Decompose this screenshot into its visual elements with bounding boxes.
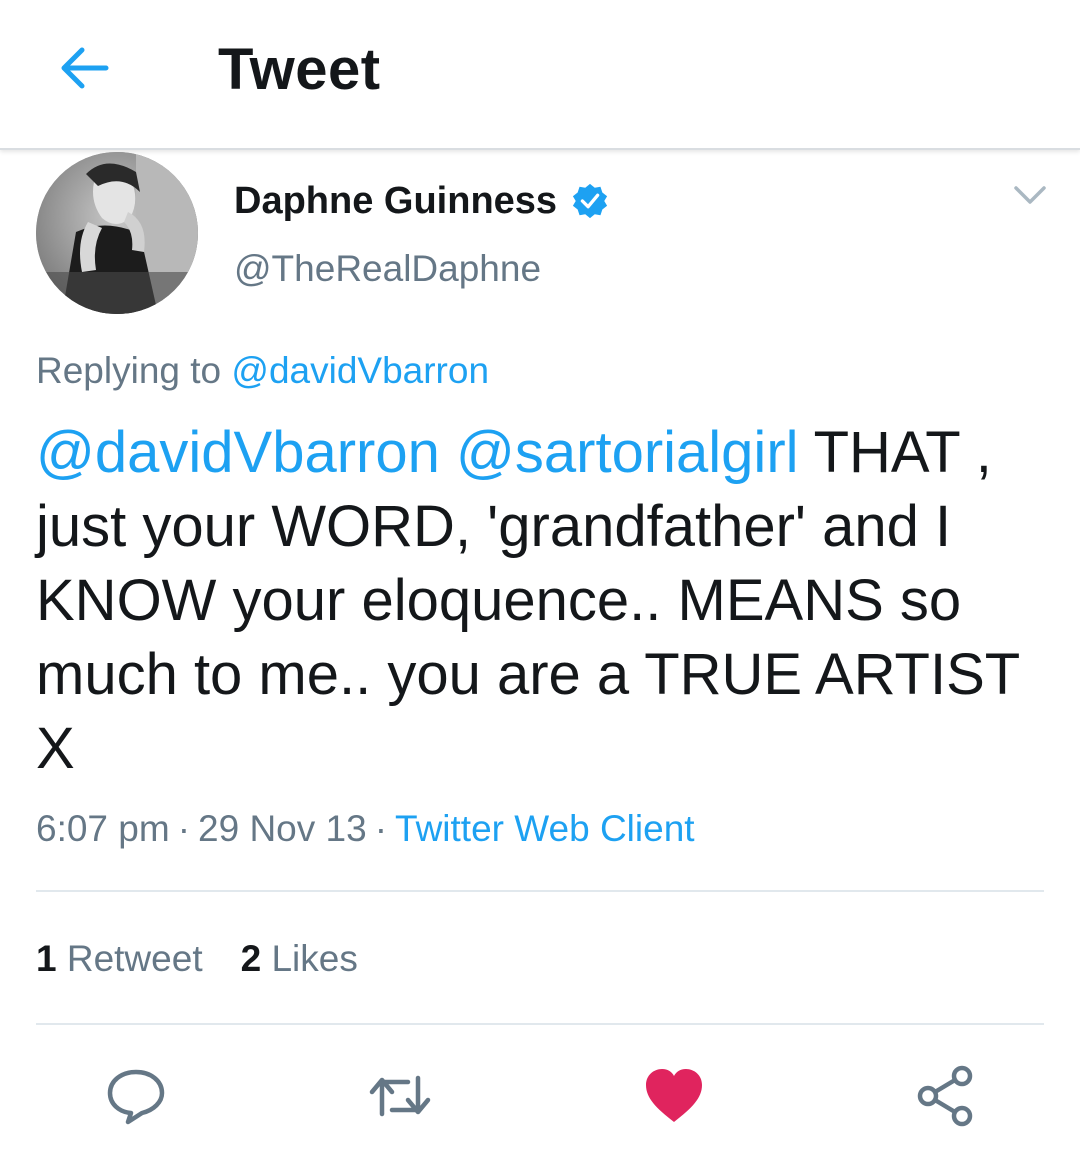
tweet-text: @davidVbarron @sartorialgirl THAT , just…	[36, 416, 1046, 786]
replying-to-handle[interactable]: @davidVbarron	[231, 350, 489, 391]
top-bar: Tweet	[0, 0, 1080, 150]
separator: ·	[374, 808, 388, 849]
page-title: Tweet	[218, 37, 381, 102]
author-handle[interactable]: @TheRealDaphne	[234, 248, 541, 290]
chevron-down-icon[interactable]	[1010, 178, 1050, 214]
separator: ·	[177, 808, 191, 849]
divider	[36, 1023, 1044, 1025]
avatar[interactable]	[36, 152, 198, 314]
author-row: Daphne Guinness	[234, 176, 609, 226]
arrow-left-icon[interactable]	[56, 40, 112, 96]
mention-link[interactable]: @davidVbarron	[36, 420, 440, 485]
share-icon[interactable]	[914, 1064, 978, 1128]
engagement-stats: 1 Retweet 2 Likes	[36, 938, 396, 980]
replying-to: Replying to @davidVbarron	[36, 350, 489, 392]
tweet-meta: 6:07 pm · 29 Nov 13 · Twitter Web Client	[36, 808, 695, 850]
retweets-label: Retweet	[66, 938, 203, 979]
tweet-time: 6:07 pm	[36, 808, 170, 849]
like-icon[interactable]	[642, 1064, 706, 1128]
retweet-icon[interactable]	[368, 1064, 432, 1128]
tweet-source-link[interactable]: Twitter Web Client	[395, 808, 695, 849]
mention-link[interactable]: @sartorialgirl	[456, 420, 799, 485]
likes-stat[interactable]: 2 Likes	[241, 938, 358, 980]
likes-label: Likes	[271, 938, 358, 979]
likes-count: 2	[240, 938, 262, 979]
retweets-count: 1	[36, 938, 57, 979]
replying-to-label: Replying to	[36, 350, 222, 391]
tweet-date: 29 Nov 13	[198, 808, 367, 849]
author-name[interactable]: Daphne Guinness	[234, 180, 557, 223]
verified-badge-icon	[572, 183, 608, 219]
retweets-stat[interactable]: 1 Retweet	[36, 938, 203, 980]
divider	[36, 890, 1044, 892]
reply-icon[interactable]	[104, 1064, 168, 1128]
